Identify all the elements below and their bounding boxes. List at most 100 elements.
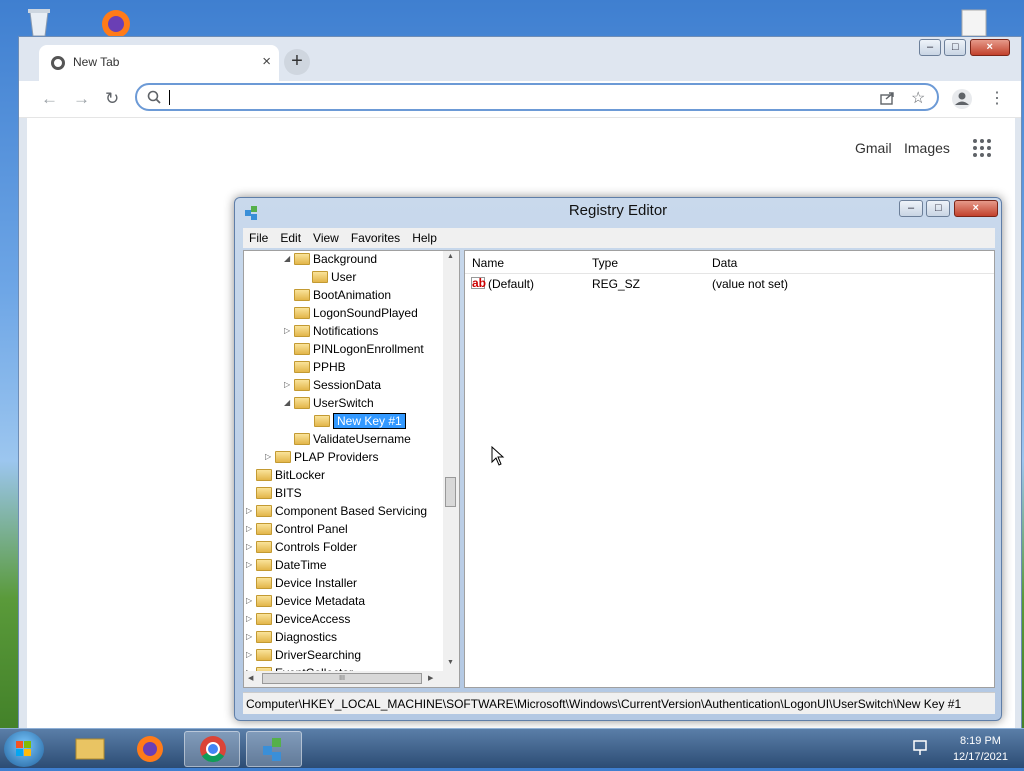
reload-icon[interactable]: ↻ [105,89,119,109]
google-apps-icon[interactable] [973,139,991,157]
omnibox[interactable]: ☆ [135,83,939,111]
tree-node-background[interactable]: ◢ Background [284,251,377,269]
folder-icon [275,450,291,463]
folder-icon [256,522,272,535]
column-name-header[interactable]: Name [472,256,504,270]
scroll-up-arrow-icon[interactable]: ▲ [447,253,454,260]
folder-icon [256,576,272,589]
firefox-icon[interactable] [96,6,136,38]
tree-horizontal-scrollbar[interactable]: ◀ III ▶ [244,671,459,687]
maximize-button[interactable]: □ [944,39,967,56]
column-data-header[interactable]: Data [712,256,737,270]
folder-icon [294,432,310,445]
folder-icon [294,306,310,319]
folder-icon [256,630,272,643]
values-list[interactable]: Name Type Data ab (Default) REG_SZ (valu… [464,250,995,688]
scroll-down-arrow-icon[interactable]: ▼ [447,659,454,666]
registry-tree[interactable]: ◢ Background User BootAnimation LogonSoun… [243,250,460,688]
tree-node-controls-folder[interactable]: ▷ Controls Folder [246,539,357,557]
taskbar: 8:19 PM 12/17/2021 [0,728,1024,768]
folder-icon [294,324,310,337]
tree-node-device-metadata[interactable]: ▷ Device Metadata [246,593,365,611]
folder-icon [294,342,310,355]
tree-node-device-installer[interactable]: Device Installer [246,575,357,593]
clock-date: 12/17/2021 [952,751,1008,763]
tree-node-userswitch[interactable]: ◢ UserSwitch [284,395,374,413]
tree-node-datetime[interactable]: ▷ DateTime [246,557,327,575]
minimize-button[interactable]: – [919,39,941,56]
folder-icon [256,504,272,517]
tree-node-validateusername[interactable]: ValidateUsername [284,431,411,449]
tree-node-bits[interactable]: BITS [246,485,302,503]
images-link[interactable]: Images [904,140,950,156]
address-input[interactable] [167,88,851,108]
status-bar-path: Computer\HKEY_LOCAL_MACHINE\SOFTWARE\Mic… [243,692,995,714]
tree-node-component-based-servicing[interactable]: ▷ Component Based Servicing [246,503,427,521]
tree-node-bootanimation[interactable]: BootAnimation [284,287,391,305]
tree-scroll-thumb[interactable] [445,477,456,507]
tree-vertical-scrollbar[interactable]: ▲ ▼ [443,251,459,671]
string-value-icon: ab [471,276,487,290]
tree-node-notifications[interactable]: ▷ Notifications [284,323,378,341]
profile-avatar-icon[interactable] [951,88,973,110]
taskbar-chrome[interactable] [184,731,240,767]
menu-view[interactable]: View [307,228,345,245]
network-icon[interactable] [912,739,930,757]
share-icon[interactable] [879,90,895,106]
scroll-left-arrow-icon[interactable]: ◀ [248,674,253,682]
gmail-link[interactable]: Gmail [855,140,892,156]
tree-node-sessiondata[interactable]: ▷ SessionData [284,377,381,395]
registry-editor-window: Registry Editor – □ × File Edit View Favori… [234,197,1002,721]
taskbar-firefox[interactable] [122,731,178,767]
menu-favorites[interactable]: Favorites [345,228,406,245]
tree-node-control-panel[interactable]: ▷ Control Panel [246,521,348,539]
folder-icon [294,252,310,265]
back-icon[interactable]: ← [41,89,58,109]
regedit-window-controls: – □ × [899,200,998,218]
close-button[interactable]: × [969,39,1010,56]
file-icon[interactable] [958,8,992,37]
menu-file[interactable]: File [243,228,274,245]
regedit-icon [263,738,281,761]
folder-icon [294,378,310,391]
new-tab-button[interactable]: + [284,49,310,75]
value-row[interactable]: ab (Default) REG_SZ (value not set) [465,275,994,293]
tab-strip: New Tab × + – □ × [19,37,1021,81]
tree-node-driversearching[interactable]: ▷ DriverSearching [246,647,361,665]
folder-icon [294,396,310,409]
tree-node-diagnostics[interactable]: ▷ Diagnostics [246,629,337,647]
taskbar-file-explorer[interactable] [62,731,118,767]
bookmark-star-icon[interactable]: ☆ [911,88,925,108]
start-button[interactable] [4,731,44,767]
tree-node-pphb[interactable]: PPHB [284,359,346,377]
minimize-button[interactable]: – [899,200,923,217]
close-button[interactable]: × [953,200,998,217]
folder-icon [312,270,328,283]
tree-node-new-key-selected[interactable]: New Key #1 [314,412,406,431]
tree-hscroll-thumb[interactable]: III [262,673,422,684]
tab-new-tab[interactable]: New Tab × [39,45,279,81]
recycle-bin-icon[interactable] [22,6,56,38]
folder-icon [314,414,330,427]
tab-close-icon[interactable]: × [262,53,271,70]
tree-node-plap-providers[interactable]: ▷ PLAP Providers [265,449,379,467]
forward-icon[interactable]: → [73,89,90,109]
menu-help[interactable]: Help [406,228,443,245]
tab-title: New Tab [73,55,120,69]
folder-icon [256,612,272,625]
tree-node-bitlocker[interactable]: BitLocker [246,467,325,485]
maximize-button[interactable]: □ [926,200,951,217]
tree-node-logonsoundplayed[interactable]: LogonSoundPlayed [284,305,418,323]
taskbar-regedit[interactable] [246,731,302,767]
firefox-icon [137,736,163,762]
menu-edit[interactable]: Edit [274,228,307,245]
tree-node-user[interactable]: User [312,269,356,287]
scroll-right-arrow-icon[interactable]: ▶ [428,674,433,682]
menu-kebab-icon[interactable]: ⋮ [989,88,1005,108]
text-caret [169,90,170,105]
system-clock[interactable]: 8:19 PM 12/17/2021 [953,733,1008,765]
column-type-header[interactable]: Type [592,256,618,270]
tree-node-pinlogonenrollment[interactable]: PINLogonEnrollment [284,341,424,359]
rename-field[interactable]: New Key #1 [333,412,406,429]
tree-node-deviceaccess[interactable]: ▷ DeviceAccess [246,611,350,629]
